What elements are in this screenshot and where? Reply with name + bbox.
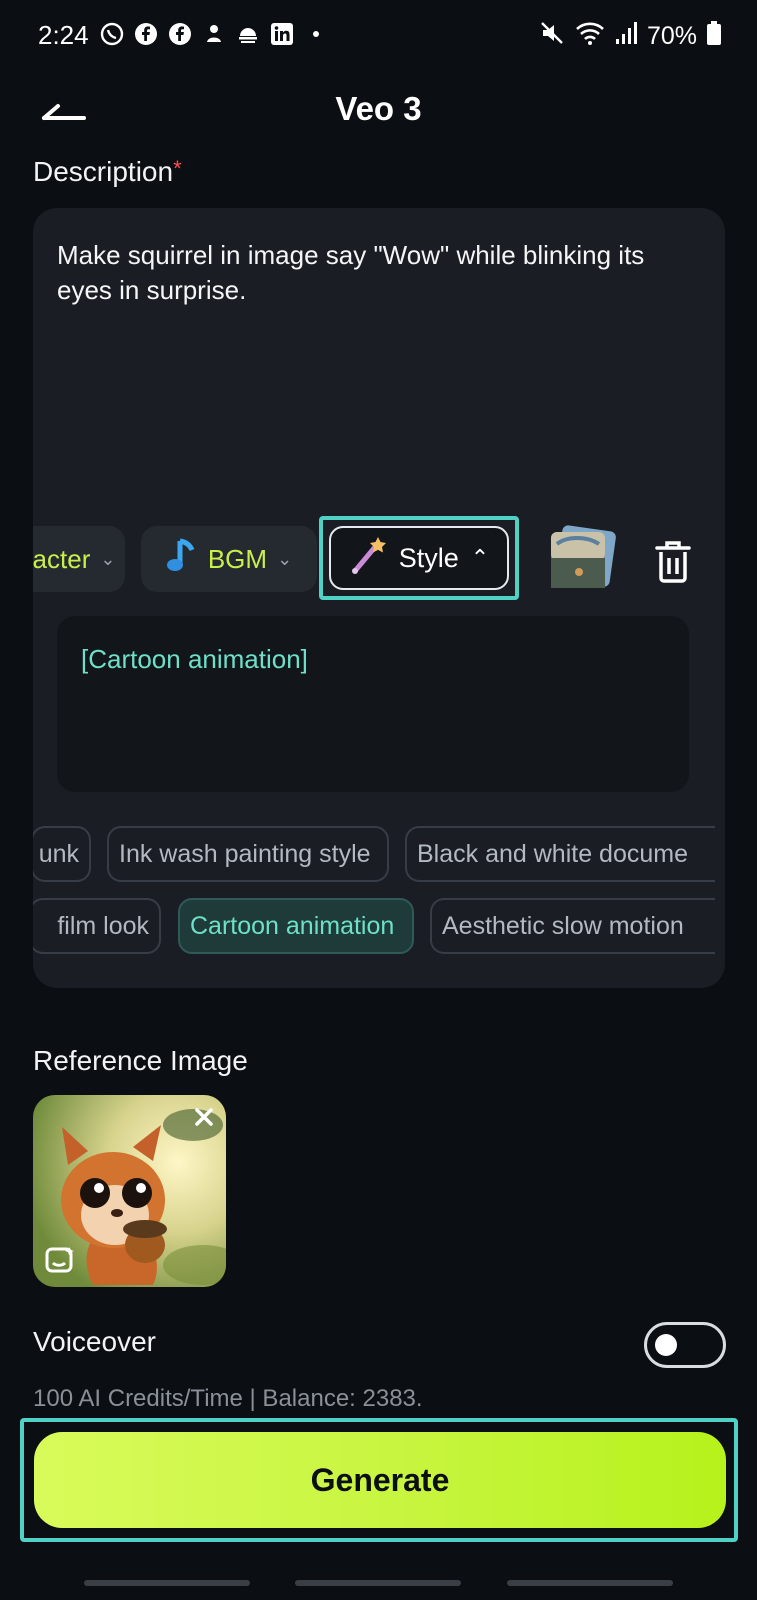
bgm-chip[interactable]: BGM ⌄ bbox=[141, 526, 317, 592]
style-tag[interactable]: film look bbox=[33, 898, 161, 954]
style-prompt-box[interactable]: [Cartoon animation] bbox=[57, 616, 689, 792]
mute-icon bbox=[539, 20, 565, 53]
dot-icon bbox=[304, 22, 328, 46]
voiceover-label: Voiceover bbox=[33, 1326, 156, 1354]
chevron-down-icon: ⌄ bbox=[100, 548, 116, 569]
cloud-icon bbox=[236, 22, 260, 46]
generate-button-highlight: Generate bbox=[20, 1418, 738, 1542]
style-selected-text: [Cartoon animation] bbox=[81, 644, 308, 674]
style-chip-label: Style bbox=[398, 542, 459, 573]
description-label-text: Description bbox=[33, 156, 174, 187]
chevron-up-icon: ⌃ bbox=[470, 545, 490, 570]
option-chips-row: acter ⌄ BGM ⌄ Style ⌃ bbox=[33, 516, 725, 600]
linkedin-icon bbox=[270, 22, 294, 46]
status-time: 2:24 bbox=[38, 20, 89, 50]
bgm-chip-label: BGM bbox=[207, 543, 268, 574]
description-label: Description* bbox=[33, 156, 182, 188]
style-tag[interactable]: Ink wash painting style bbox=[107, 826, 389, 882]
required-mark: * bbox=[173, 156, 182, 181]
character-chip[interactable]: acter ⌄ bbox=[33, 526, 125, 592]
description-card: Make squirrel in image say "Wow" while b… bbox=[33, 208, 725, 988]
music-note-icon bbox=[166, 537, 198, 582]
battery-percent: 70% bbox=[646, 22, 697, 50]
style-chip[interactable]: Style ⌃ bbox=[329, 526, 509, 590]
toggle-knob bbox=[655, 1334, 677, 1356]
reference-image-thumbnail[interactable] bbox=[33, 1095, 226, 1287]
style-chip-highlight: Style ⌃ bbox=[319, 516, 519, 600]
wifi-icon bbox=[575, 20, 605, 53]
trash-icon[interactable] bbox=[653, 540, 693, 584]
style-tag-selected[interactable]: Cartoon animation bbox=[178, 898, 414, 954]
credits-info: 100 AI Credits/Time | Balance: 2383. bbox=[33, 1385, 423, 1412]
status-bar: 2:24 70% bbox=[0, 0, 757, 70]
notification-icons bbox=[100, 22, 328, 46]
app-icon bbox=[202, 22, 226, 46]
page-title: Veo 3 bbox=[335, 90, 422, 127]
facebook-icon bbox=[168, 22, 192, 46]
style-tag[interactable]: Black and white docume bbox=[405, 826, 715, 882]
image-stack-thumbnail[interactable] bbox=[545, 524, 617, 592]
reference-image-label: Reference Image bbox=[33, 1045, 248, 1076]
nav-indicator bbox=[84, 1580, 250, 1586]
remove-image-icon[interactable] bbox=[192, 1105, 216, 1129]
character-chip-label: acter bbox=[33, 543, 91, 574]
edit-image-icon[interactable] bbox=[45, 1245, 77, 1275]
voiceover-toggle[interactable] bbox=[644, 1322, 726, 1368]
style-tag[interactable]: unk bbox=[33, 826, 91, 882]
battery-icon bbox=[707, 21, 721, 52]
facebook-icon bbox=[134, 22, 158, 46]
chevron-down-icon: ⌄ bbox=[277, 548, 293, 569]
signal-icon bbox=[615, 21, 637, 52]
nav-indicator bbox=[507, 1580, 673, 1586]
nav-indicator bbox=[295, 1580, 461, 1586]
generate-button[interactable]: Generate bbox=[34, 1432, 726, 1528]
magic-wand-icon bbox=[349, 535, 387, 582]
system-icons: 70% bbox=[539, 20, 721, 53]
whatsapp-icon bbox=[100, 22, 124, 46]
description-input[interactable]: Make squirrel in image say "Wow" while b… bbox=[57, 238, 697, 308]
style-tag[interactable]: Aesthetic slow motion bbox=[430, 898, 715, 954]
